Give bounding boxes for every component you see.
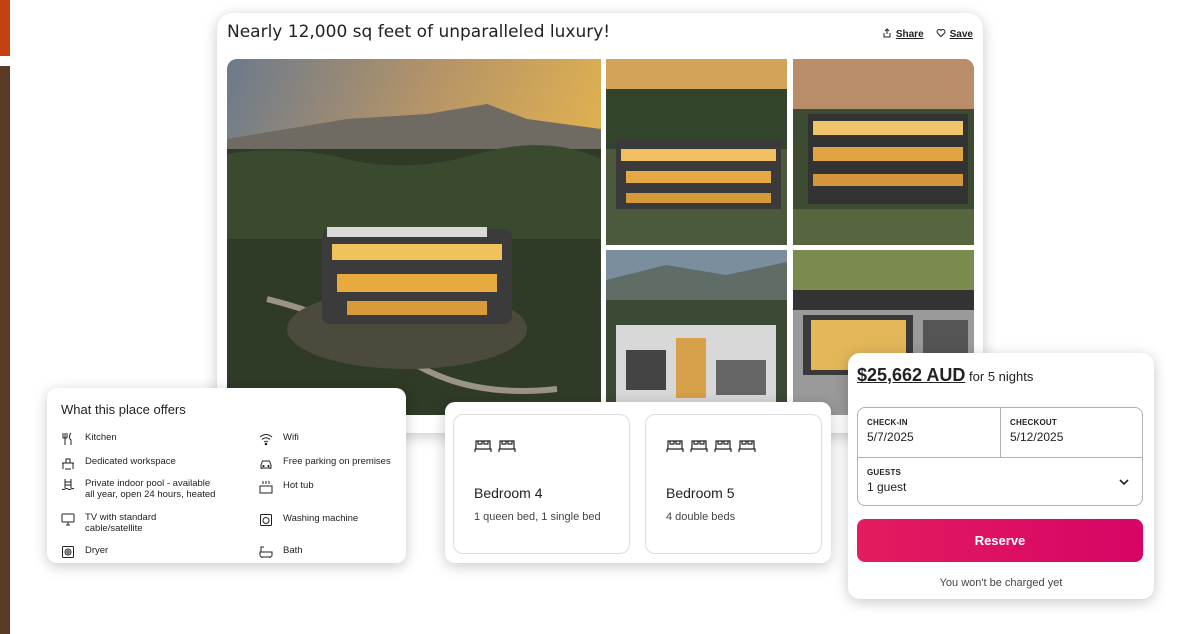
bed-icon	[714, 437, 732, 458]
amenity-washing-machine: Washing machine	[259, 513, 358, 527]
date-guest-picker: CHECK-IN 5/7/2025 CHECKOUT 5/12/2025 GUE…	[857, 407, 1143, 506]
listing-title: Nearly 12,000 sq feet of unparalleled lu…	[227, 22, 611, 42]
checkout-label: CHECKOUT	[1010, 418, 1057, 427]
checkout-value: 5/12/2025	[1010, 430, 1064, 444]
price-amount[interactable]: $25,662 AUD	[857, 365, 965, 385]
amenities-card: What this place offers Kitchen Wifi Dedi…	[47, 388, 406, 563]
reserve-button[interactable]: Reserve	[857, 519, 1143, 562]
amenity-parking: Free parking on premises	[259, 456, 391, 470]
price-line: $25,662 AUD for 5 nights	[857, 365, 1033, 386]
tv-icon	[61, 512, 75, 526]
amenity-hot-tub: Hot tub	[259, 480, 314, 494]
bed-icon	[690, 437, 708, 458]
decorative-brown-bar	[0, 66, 10, 634]
bedroom-beds: 4 double beds	[666, 511, 736, 523]
listing-actions: Share Save	[882, 28, 973, 41]
hot-tub-icon	[259, 480, 273, 494]
photo-3[interactable]	[793, 59, 974, 245]
date-row: CHECK-IN 5/7/2025 CHECKOUT 5/12/2025	[858, 408, 1142, 458]
amenity-label: TV with standard cable/satellite	[85, 512, 157, 534]
heart-icon	[936, 28, 946, 41]
wifi-icon	[259, 432, 273, 446]
bedroom-beds: 1 queen bed, 1 single bed	[474, 511, 601, 523]
main-photo[interactable]	[227, 59, 601, 415]
amenity-label: Bath	[283, 545, 303, 556]
amenity-label: Washing machine	[283, 513, 359, 524]
car-icon	[259, 456, 273, 470]
checkin-value: 5/7/2025	[867, 430, 914, 444]
amenity-label: Hot tub	[283, 480, 314, 491]
bedrooms-card: Bedroom 4 1 queen bed, 1 single bed Bedr…	[445, 402, 831, 563]
guests-label: GUESTS	[867, 468, 902, 477]
amenity-wifi: Wifi	[259, 432, 299, 446]
kitchen-icon	[61, 432, 75, 446]
bedroom-name: Bedroom 5	[666, 485, 735, 501]
checkout-field[interactable]: CHECKOUT 5/12/2025	[1001, 408, 1142, 457]
save-button[interactable]: Save	[936, 28, 973, 41]
bedroom-card-5[interactable]: Bedroom 5 4 double beds	[645, 414, 822, 554]
bed-icon	[474, 437, 492, 458]
bed-icon	[738, 437, 756, 458]
bath-icon	[259, 545, 273, 559]
share-icon	[882, 28, 892, 41]
amenity-label: Dedicated workspace	[85, 456, 176, 467]
chevron-down-icon	[1118, 475, 1130, 487]
photo-4[interactable]	[606, 250, 787, 415]
share-button[interactable]: Share	[882, 28, 924, 41]
photo-2[interactable]	[606, 59, 787, 245]
pool-icon	[61, 478, 75, 492]
bed-icons	[666, 437, 756, 458]
checkin-label: CHECK-IN	[867, 418, 908, 427]
amenity-tv: TV with standard cable/satellite	[61, 512, 201, 534]
guests-value: 1 guest	[867, 480, 907, 494]
amenity-kitchen: Kitchen	[61, 432, 117, 446]
booking-card: $25,662 AUD for 5 nights CHECK-IN 5/7/20…	[848, 353, 1154, 599]
washing-machine-icon	[259, 513, 273, 527]
decorative-orange-strip	[0, 0, 10, 56]
bed-icon	[666, 437, 684, 458]
amenity-bath: Bath	[259, 545, 303, 559]
workspace-icon	[61, 456, 75, 470]
amenity-workspace: Dedicated workspace	[61, 456, 176, 470]
charge-note: You won't be charged yet	[939, 577, 1063, 589]
price-nights: for 5 nights	[969, 369, 1034, 384]
bedroom-name: Bedroom 4	[474, 485, 543, 501]
save-label: Save	[949, 29, 973, 40]
amenity-label: Kitchen	[85, 432, 117, 443]
guests-field[interactable]: GUESTS 1 guest	[858, 458, 1142, 505]
amenity-label: Wifi	[283, 432, 299, 443]
dryer-icon	[61, 545, 75, 559]
checkin-field[interactable]: CHECK-IN 5/7/2025	[858, 408, 1001, 457]
bedroom-card-4[interactable]: Bedroom 4 1 queen bed, 1 single bed	[453, 414, 630, 554]
share-label: Share	[895, 29, 924, 40]
amenities-title: What this place offers	[61, 402, 186, 417]
bed-icons	[474, 437, 516, 458]
amenity-dryer: Dryer	[61, 545, 108, 559]
amenity-label: Free parking on premises	[283, 456, 391, 467]
amenity-pool: Private indoor pool - available all year…	[61, 478, 221, 500]
amenity-label: Private indoor pool - available all year…	[85, 478, 216, 500]
bed-icon	[498, 437, 516, 458]
amenity-label: Dryer	[85, 545, 109, 556]
